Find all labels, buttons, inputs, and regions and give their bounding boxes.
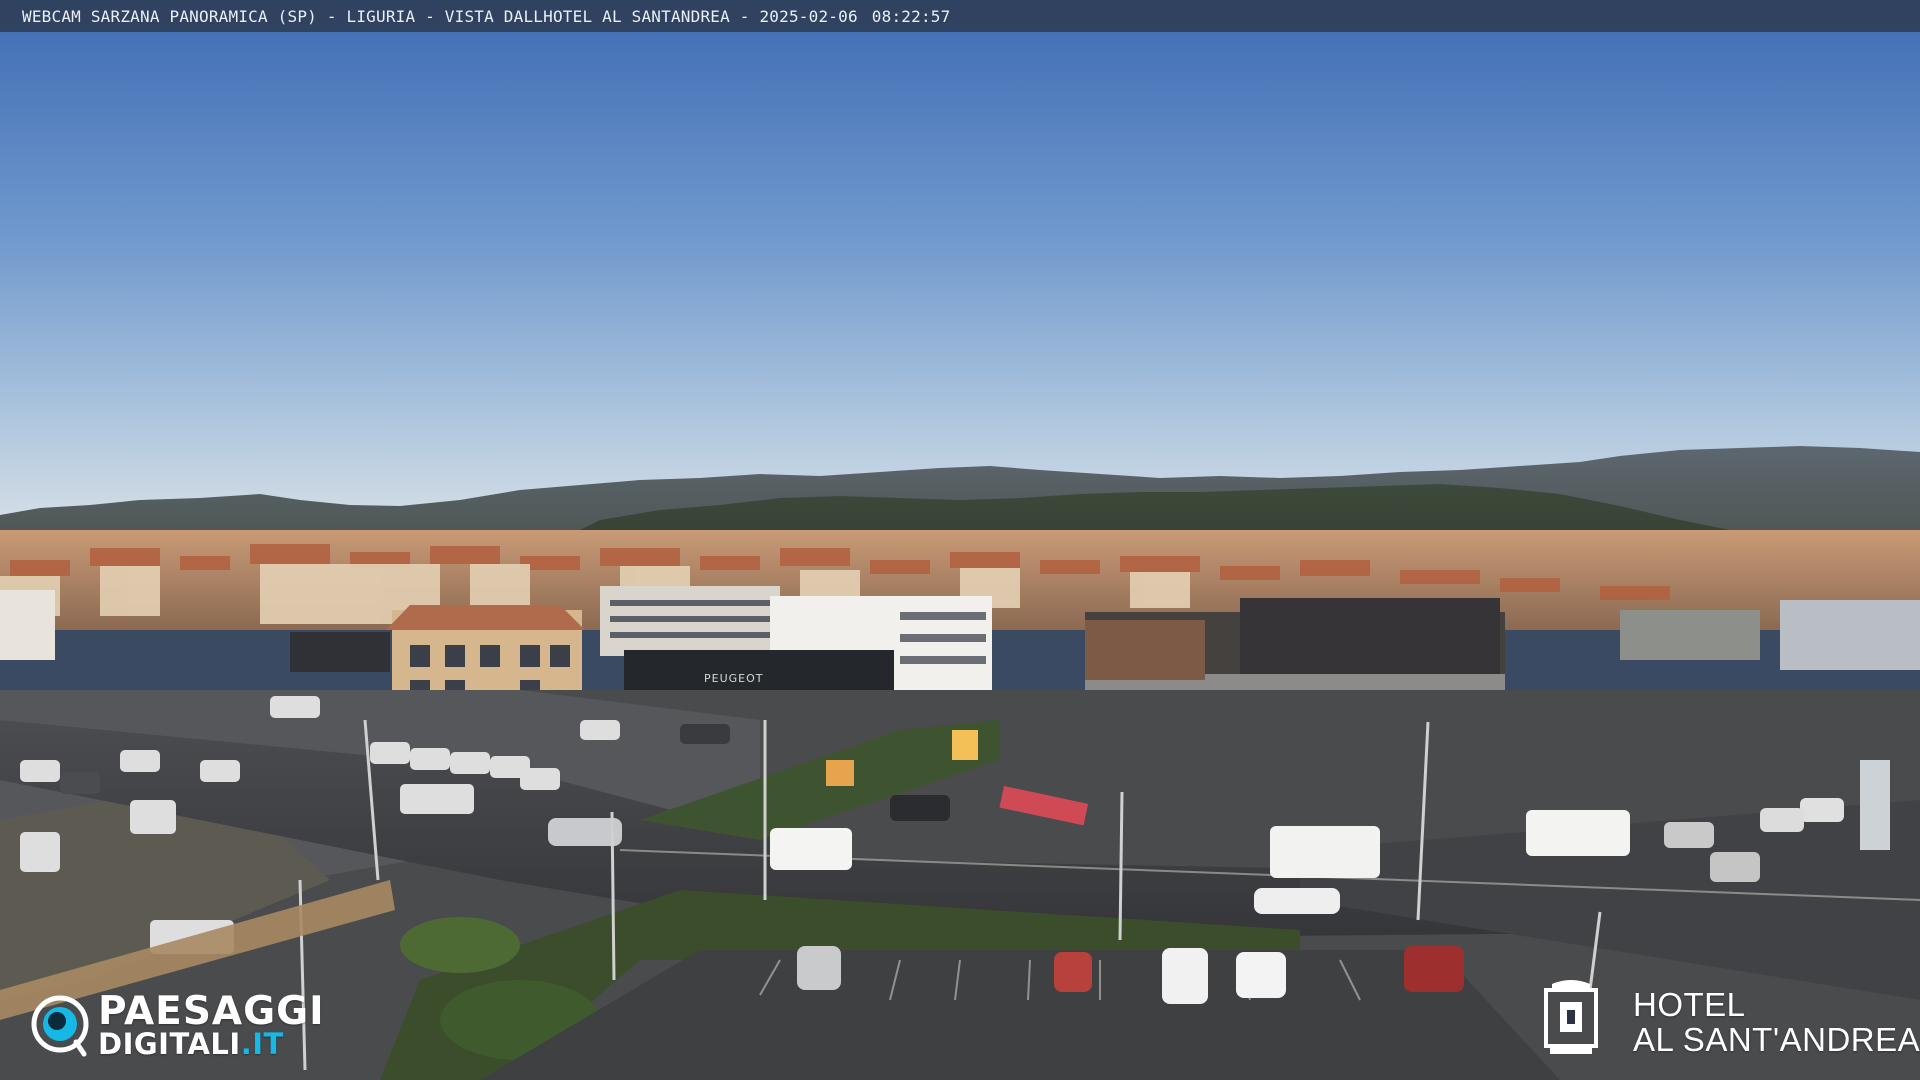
logo-left-line2-accent: .IT <box>240 1027 284 1061</box>
dealership-white-windows <box>900 612 986 664</box>
eye-logo-icon <box>31 995 89 1057</box>
hotel-logo-line2: AL SANT'ANDREA <box>1633 1021 1920 1058</box>
peach-apartment-roof <box>386 605 585 630</box>
hotel-logo: HOTEL AL SANT'ANDREA <box>1540 980 1920 1070</box>
totem-sign <box>1860 760 1890 850</box>
houses-right <box>1620 610 1760 660</box>
caption-time: 08:22:57 <box>871 6 951 26</box>
caption-location: WEBCAM SARZANA PANORAMICA (SP) - LIGURIA… <box>22 6 858 26</box>
sky <box>0 0 1920 520</box>
webcam-frame: PEUGEOT WEBCAM SARZANA PANORAMICA (SP) -… <box>0 0 1920 1080</box>
bush-1 <box>400 917 520 973</box>
logo-left-line2-main: DIGITALI <box>98 1027 241 1061</box>
roadside-sign-2 <box>826 760 854 786</box>
webcam-caption-bar: WEBCAM SARZANA PANORAMICA (SP) - LIGURIA… <box>0 0 1920 32</box>
paesaggi-digitali-logo: PAESAGGI DIGITALI.IT <box>30 992 350 1062</box>
panorama-scene: PEUGEOT <box>0 0 1920 1080</box>
hotel-logo-line1: HOTEL <box>1633 986 1746 1023</box>
warehouse-right <box>1780 600 1920 670</box>
mall-brick <box>1085 620 1205 680</box>
logo-left-line2: DIGITALI.IT <box>98 1028 284 1060</box>
white-building-left <box>0 590 55 660</box>
dealership-sign: PEUGEOT <box>704 672 764 685</box>
logo-left-line1: PAESAGGI <box>98 989 325 1034</box>
hotel-crest-icon <box>1544 980 1598 1054</box>
dark-store-left <box>290 632 390 672</box>
office-windows <box>610 600 770 638</box>
roadside-sign-1 <box>952 730 978 760</box>
mall-upper <box>1240 598 1500 678</box>
